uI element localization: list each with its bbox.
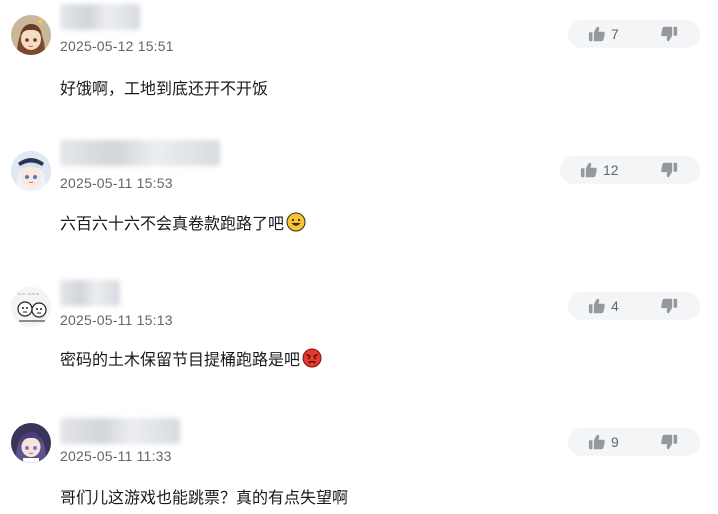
comment-text: 六百六十六不会真卷款跑路了吧 [60, 210, 306, 234]
like-button[interactable]: 9 [568, 428, 619, 456]
comment-time: 2025-05-12 15:51 [60, 38, 174, 54]
grinning-emoji-icon [286, 212, 306, 232]
comment-text-content: 哥们儿这游戏也能跳票？真的有点失望啊 [60, 490, 349, 507]
dislike-button[interactable] [660, 25, 678, 43]
dislike-button[interactable] [660, 161, 678, 179]
comment-text-content: 密码的土木保留节目提桶跑路是吧 [60, 352, 301, 369]
vote-bar: 4 [568, 292, 700, 320]
comment-text-content: 六百六十六不会真卷款跑路了吧 [60, 216, 285, 233]
thumbs-down-icon [661, 434, 678, 450]
dislike-button[interactable] [660, 297, 678, 315]
vote-bar: 9 [568, 428, 700, 456]
comment-text: 密码的土木保留节目提桶跑路是吧 [60, 346, 322, 370]
thumbs-up-icon [588, 26, 605, 42]
user-avatar[interactable] [11, 151, 51, 191]
vote-bar: 12 [560, 156, 700, 184]
comment-time: 2025-05-11 11:33 [60, 448, 172, 464]
anime-girl-white-hair-avatar-icon [11, 151, 51, 191]
svg-text:~~ ~~~: ~~ ~~~ [17, 292, 40, 298]
like-button[interactable]: 4 [568, 292, 619, 320]
username-blurred[interactable] [60, 280, 120, 306]
username-blurred[interactable] [60, 418, 180, 444]
like-count: 9 [611, 434, 619, 450]
thumbs-down-icon [661, 26, 678, 42]
username-blurred[interactable] [60, 140, 220, 166]
user-avatar[interactable]: ~~ ~~~ [11, 287, 51, 327]
thumbs-up-icon [588, 434, 605, 450]
like-count: 4 [611, 298, 619, 314]
anime-girl-purple-hair-avatar-icon [11, 423, 51, 463]
like-count: 12 [603, 162, 619, 178]
comment-text: 哥们儿这游戏也能跳票？真的有点失望啊 [60, 484, 348, 508]
like-button[interactable]: 7 [568, 20, 619, 48]
comment-text: 好饿啊，工地到底还开不开饭 [60, 75, 268, 99]
comment-text-content: 好饿啊，工地到底还开不开饭 [60, 81, 269, 98]
thumbs-down-icon [661, 298, 678, 314]
comment-time: 2025-05-11 15:53 [60, 175, 173, 191]
thumbs-up-icon [588, 298, 605, 314]
like-button[interactable]: 12 [560, 156, 619, 184]
user-avatar[interactable] [11, 423, 51, 463]
username-blurred[interactable] [60, 4, 140, 30]
vote-bar: 7 [568, 20, 700, 48]
anime-girl-brown-hair-avatar-icon [11, 15, 51, 55]
sketch-cartoon-avatar-icon: ~~ ~~~ [11, 287, 51, 327]
user-avatar[interactable] [11, 15, 51, 55]
dislike-button[interactable] [660, 433, 678, 451]
thumbs-down-icon [661, 162, 678, 178]
like-count: 7 [611, 26, 619, 42]
thumbs-up-icon [580, 162, 597, 178]
angry-emoji-icon [302, 348, 322, 368]
comment-time: 2025-05-11 15:13 [60, 312, 173, 328]
